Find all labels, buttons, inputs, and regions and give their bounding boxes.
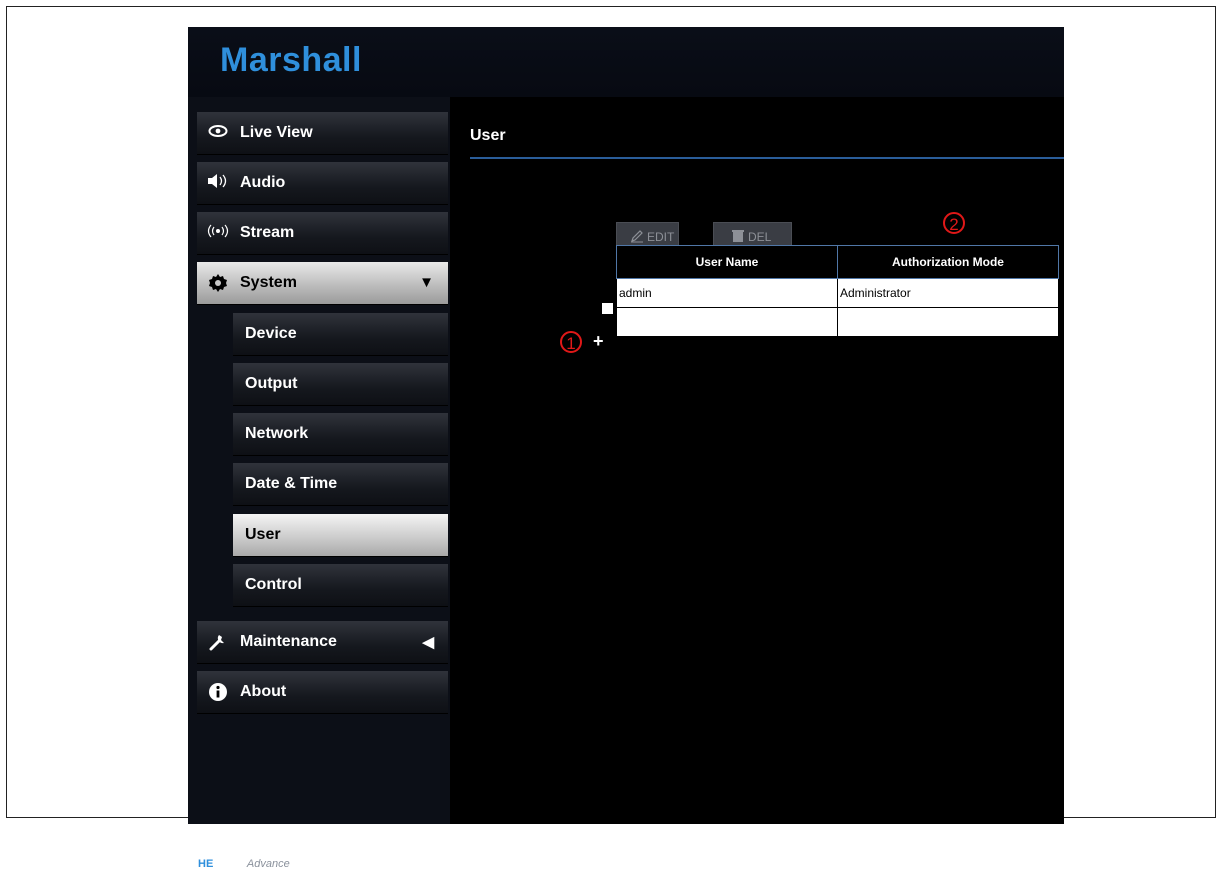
sidebar-subitem-user[interactable]: User	[233, 514, 448, 557]
pencil-icon	[630, 229, 644, 246]
user-name-cell: admin	[616, 278, 838, 308]
trash-icon	[732, 229, 744, 246]
sidebar-subitem-control[interactable]: Control	[233, 564, 448, 607]
sidebar-subitem-label: Output	[245, 375, 298, 392]
sidebar-item-label: Audio	[240, 174, 286, 191]
delete-button-label: DEL	[748, 230, 772, 244]
marshall-logo: Marshall	[220, 41, 362, 79]
edit-button-label: EDIT	[647, 230, 675, 244]
caret-left-icon: ◀	[422, 634, 434, 651]
sidebar-item-label: System	[240, 274, 297, 291]
title-divider	[470, 157, 1064, 159]
new-authorization-mode-cell[interactable]	[837, 307, 1059, 337]
main-content: User EDIT DEL 2 1 + User Name Authorizat…	[450, 97, 1064, 824]
hevc-logo-mark: HE	[198, 858, 214, 870]
info-icon	[207, 682, 229, 704]
gear-icon	[207, 273, 229, 295]
column-header-authorization-mode: Authorization Mode	[837, 245, 1059, 279]
speaker-icon	[207, 173, 229, 195]
annotation-marker-1: 1	[560, 331, 582, 353]
sidebar-item-label: Stream	[240, 224, 295, 241]
sidebar-subitem-label: Network	[245, 425, 309, 442]
sidebar: Live View Audio Stream System ▼ Device O…	[188, 97, 450, 870]
document-frame: Marshall Live View Audio Stream System ▼…	[6, 6, 1216, 870]
new-user-row[interactable]	[616, 307, 1059, 337]
sidebar-item-label: Live View	[240, 124, 313, 141]
hevc-logo-suffix: Advance	[246, 858, 290, 870]
column-header-user-name: User Name	[616, 245, 838, 279]
broadcast-icon	[207, 223, 229, 245]
sidebar-subitem-label: Date & Time	[245, 475, 338, 492]
table-row[interactable]: admin Administrator	[616, 278, 1059, 308]
add-user-icon[interactable]: +	[593, 331, 604, 352]
header: Marshall	[188, 27, 1064, 97]
wrench-icon	[207, 632, 229, 654]
sidebar-item-live-view[interactable]: Live View	[197, 112, 448, 155]
table-header-row: User Name Authorization Mode	[616, 245, 1059, 279]
row-select-checkbox[interactable]	[602, 303, 613, 314]
sidebar-subitem-network[interactable]: Network	[233, 413, 448, 456]
sidebar-item-system[interactable]: System ▼	[197, 262, 448, 305]
sidebar-subitem-output[interactable]: Output	[233, 363, 448, 406]
sidebar-subitem-date-time[interactable]: Date & Time	[233, 463, 448, 506]
sidebar-subitem-label: Device	[245, 325, 297, 342]
web-ui: Marshall Live View Audio Stream System ▼…	[188, 27, 1064, 870]
user-table: User Name Authorization Mode admin Admin…	[616, 245, 1059, 337]
sidebar-item-stream[interactable]: Stream	[197, 212, 448, 255]
sidebar-item-maintenance[interactable]: Maintenance ◀	[197, 621, 448, 664]
new-user-name-cell[interactable]	[616, 307, 838, 337]
authorization-mode-cell: Administrator	[837, 278, 1059, 308]
hevc-logo-text: HEVC	[216, 858, 247, 870]
sidebar-subitem-device[interactable]: Device	[233, 313, 448, 356]
sidebar-item-about[interactable]: About	[197, 671, 448, 714]
sidebar-subitem-label: User	[245, 526, 281, 543]
eye-icon	[207, 123, 229, 145]
page-title: User	[470, 127, 506, 144]
sidebar-item-label: About	[240, 683, 287, 700]
hevc-advance-logo: HE HEVCAdvance	[198, 858, 290, 870]
caret-down-icon: ▼	[419, 274, 434, 291]
sidebar-item-label: Maintenance	[240, 633, 337, 650]
annotation-marker-2: 2	[943, 212, 965, 234]
sidebar-subitem-label: Control	[245, 576, 302, 593]
sidebar-item-audio[interactable]: Audio	[197, 162, 448, 205]
